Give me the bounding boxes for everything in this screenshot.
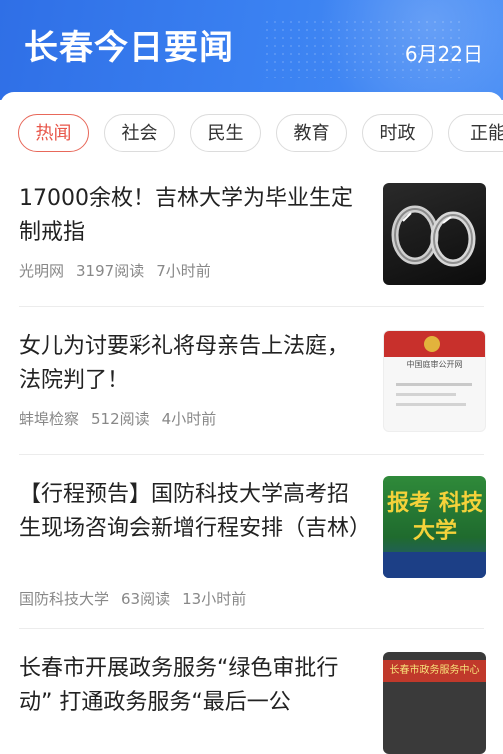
poster-footer	[383, 552, 486, 578]
news-time: 4小时前	[161, 410, 217, 428]
rings-photo	[383, 183, 486, 285]
news-item[interactable]: 女儿为讨要彩礼将母亲告上法庭，法院判了！ 蚌埠检察 512阅读 4小时前 中国庭审公…	[0, 328, 503, 453]
tab-livelihood[interactable]: 民生	[190, 114, 261, 152]
app-header: 长春今日要闻 6月22日	[0, 0, 503, 100]
news-meta: 光明网 3197阅读 7小时前	[19, 260, 223, 281]
tab-society[interactable]: 社会	[104, 114, 175, 152]
tab-positive-energy[interactable]: 正能	[448, 114, 503, 152]
doc-line	[396, 393, 456, 396]
news-reads: 3197阅读	[76, 262, 145, 280]
tab-hot[interactable]: 热闻	[18, 114, 89, 152]
news-item[interactable]: 17000余枚！吉林大学为毕业生定制戒指 光明网 3197阅读 7小时前	[0, 180, 503, 305]
news-source: 蚌埠检察	[19, 410, 80, 428]
page-title: 长春今日要闻	[24, 28, 234, 68]
news-reads: 63阅读	[121, 590, 171, 608]
news-headline[interactable]: 【行程预告】国防科技大学高考招生现场咨询会新增行程安排（吉林）	[19, 478, 371, 546]
divider	[19, 628, 484, 629]
tab-politics[interactable]: 时政	[362, 114, 433, 152]
service-center-sign: 长春市政务服务中心	[383, 652, 486, 754]
sign-text: 长春市政务服务中心	[383, 660, 486, 682]
divider	[19, 306, 484, 307]
news-source: 国防科技大学	[19, 590, 110, 608]
court-document-photo: 中国庭审公开网	[383, 330, 486, 432]
doc-line	[396, 383, 472, 386]
news-meta: 蚌埠检察 512阅读 4小时前	[19, 408, 228, 429]
news-source: 光明网	[19, 262, 65, 280]
emblem-icon	[424, 336, 440, 352]
news-item[interactable]: 长春市开展政务服务“绿色审批行动” 打通政务服务“最后一公 长春市政务服务中心	[0, 650, 503, 754]
news-meta: 国防科技大学 63阅读 13小时前	[19, 588, 258, 609]
university-poster: 报考 科技大学	[383, 476, 486, 578]
tab-education[interactable]: 教育	[276, 114, 347, 152]
news-reads: 512阅读	[91, 410, 150, 428]
doc-line	[396, 403, 466, 406]
news-headline[interactable]: 17000余枚！吉林大学为毕业生定制戒指	[19, 182, 364, 250]
category-tabs: 热闻 社会 民生 教育 时政 正能	[0, 114, 503, 156]
news-headline[interactable]: 长春市开展政务服务“绿色审批行动” 打通政务服务“最后一公	[19, 652, 364, 720]
news-time: 7小时前	[156, 262, 211, 280]
divider	[19, 454, 484, 455]
news-item[interactable]: 【行程预告】国防科技大学高考招生现场咨询会新增行程安排（吉林） 国防科技大学 63…	[0, 476, 503, 626]
poster-text: 报考 科技大学	[387, 491, 483, 544]
court-site-name: 中国庭审公开网	[406, 360, 463, 369]
news-headline[interactable]: 女儿为讨要彩礼将母亲告上法庭，法院判了！	[19, 330, 364, 398]
news-time: 13小时前	[182, 590, 247, 608]
date-label: 6月22日	[404, 42, 483, 66]
